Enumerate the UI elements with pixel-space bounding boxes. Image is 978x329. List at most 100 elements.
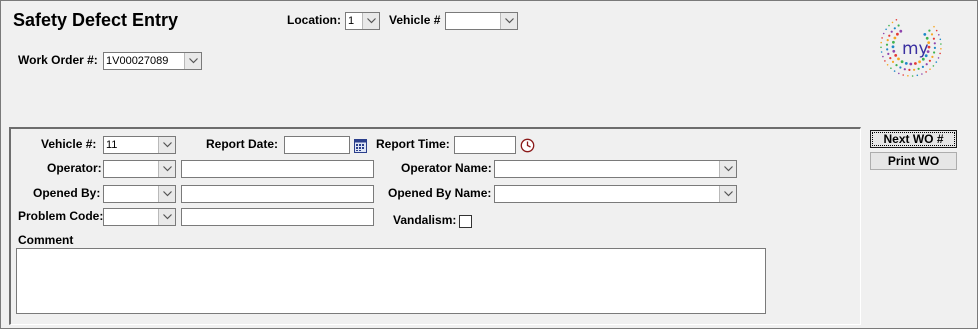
logo-dot	[940, 48, 942, 50]
logo-dot	[937, 57, 940, 59]
calendar-icon[interactable]	[354, 138, 367, 153]
problem-code-description-input[interactable]	[181, 208, 374, 226]
work-order-dropdown[interactable]: 1V00027089	[103, 52, 202, 70]
logo-dot	[892, 49, 896, 53]
print-wo-button[interactable]: Print WO	[870, 152, 957, 170]
logo-dot	[893, 36, 897, 40]
logo-dot	[925, 71, 927, 73]
logo-dot	[932, 65, 935, 67]
page-title: Safety Defect Entry	[13, 10, 179, 30]
safety-defect-entry-window: Safety Defect Entry Location: 1 Vehicle …	[0, 0, 978, 329]
logo-dot	[940, 43, 942, 45]
logo-dot	[917, 67, 920, 70]
logo-dot	[881, 37, 883, 39]
logo-text: my	[902, 39, 929, 59]
logo-dot	[930, 33, 934, 36]
logo-dot	[933, 25, 935, 28]
chevron-down-icon[interactable]	[719, 161, 736, 177]
location-dropdown[interactable]: 1	[345, 12, 380, 30]
logo-dot	[891, 45, 895, 49]
chevron-down-icon[interactable]	[362, 13, 379, 29]
report-time-label: Report Time:	[376, 137, 450, 151]
chevron-down-icon[interactable]	[719, 186, 736, 202]
chevron-down-icon[interactable]	[158, 161, 175, 177]
logo-dot	[933, 46, 936, 50]
vehicle-dropdown[interactable]: 11	[103, 136, 176, 154]
logo-dot	[888, 34, 891, 37]
operator-description-input[interactable]	[181, 160, 374, 178]
chevron-down-icon[interactable]	[158, 209, 175, 225]
logo-dot	[890, 30, 893, 33]
logo-dot	[914, 62, 917, 65]
logo-dot	[908, 68, 911, 71]
logo-dot	[892, 40, 895, 44]
header-vehicle-label: Vehicle #	[389, 13, 441, 27]
logo-dot	[939, 52, 941, 55]
logo-dot	[885, 43, 889, 46]
vehicle-value: 11	[106, 139, 118, 151]
logo-dot	[880, 41, 882, 44]
chevron-down-icon[interactable]	[500, 13, 517, 29]
operator-name-dropdown[interactable]	[494, 160, 737, 178]
vehicle-label: Vehicle #:	[41, 137, 97, 151]
comment-textarea[interactable]	[16, 248, 766, 314]
logo-dot	[887, 52, 890, 56]
logo-dot	[893, 27, 896, 30]
logo-dot	[898, 72, 900, 75]
logo-dot	[909, 62, 913, 66]
my-logo: my	[877, 13, 945, 79]
operator-name-label: Operator Name:	[401, 161, 492, 175]
logo-dot	[882, 32, 885, 35]
next-wo-button[interactable]: Next WO #	[870, 130, 957, 148]
logo-dot	[891, 60, 895, 64]
logo-dot	[932, 37, 935, 40]
problem-code-label: Problem Code:	[18, 209, 104, 223]
logo-dot	[899, 66, 902, 69]
vandalism-label: Vandalism:	[393, 213, 457, 227]
problem-code-dropdown[interactable]	[103, 208, 176, 226]
location-value: 1	[348, 15, 355, 27]
work-order-value: 1V00027089	[106, 55, 169, 67]
logo-dot	[893, 70, 896, 72]
logo-dot	[880, 51, 883, 53]
logo-dot	[886, 39, 889, 42]
logo-dot	[899, 29, 903, 33]
logo-dot	[885, 28, 887, 31]
logo-dot	[884, 60, 886, 62]
logo-dot	[918, 60, 921, 64]
chevron-down-icon[interactable]	[184, 53, 201, 69]
comment-label: Comment	[18, 233, 74, 247]
logo-dot	[928, 59, 931, 62]
logo-dot	[894, 54, 898, 57]
logo-dot	[933, 51, 936, 54]
opened-by-name-dropdown[interactable]	[494, 185, 737, 203]
logo-dot	[913, 68, 916, 71]
opened-by-description-input[interactable]	[181, 185, 374, 203]
operator-label: Operator:	[47, 161, 102, 175]
logo-dot	[900, 60, 904, 64]
logo-dot	[882, 55, 884, 58]
clock-icon[interactable]	[520, 138, 535, 153]
vandalism-checkbox[interactable]	[459, 215, 472, 228]
header-vehicle-dropdown[interactable]	[445, 12, 518, 30]
report-time-input[interactable]	[454, 136, 516, 154]
logo-dot	[880, 46, 882, 49]
logo-dot	[903, 68, 906, 71]
logo-dot	[904, 62, 908, 65]
logo-dot	[933, 42, 936, 45]
operator-dropdown[interactable]	[103, 160, 176, 178]
report-date-input[interactable]	[284, 136, 350, 154]
logo-dot	[889, 57, 892, 60]
opened-by-dropdown[interactable]	[103, 185, 176, 203]
chevron-down-icon[interactable]	[158, 186, 175, 202]
logo-dot	[916, 74, 919, 77]
logo-dot	[907, 75, 909, 77]
opened-by-name-label: Opened By Name:	[388, 186, 492, 200]
logo-dot	[888, 24, 890, 27]
logo-dot	[896, 32, 899, 36]
logo-dot	[895, 19, 898, 21]
chevron-down-icon[interactable]	[158, 137, 175, 153]
work-order-label: Work Order #:	[18, 53, 98, 67]
logo-dot	[902, 74, 904, 76]
logo-dots-graphic: my	[880, 19, 942, 77]
